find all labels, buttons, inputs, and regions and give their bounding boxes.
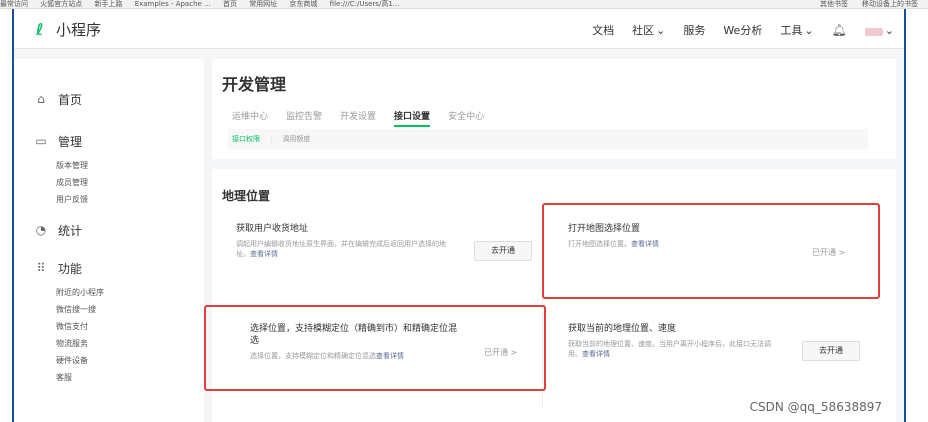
section-title: 地理位置 [222,189,271,203]
highlight-box [204,305,546,391]
nav-community[interactable]: 社区 ⌄ [632,22,665,38]
bookmarks-bar: 最常访问 火狐官方站点 新手上路 Examples - Apache ... 首… [0,0,928,9]
account-menu[interactable]: ⌄ [864,22,894,38]
enable-button[interactable]: 去开通 [802,341,860,361]
home-icon: ⌂ [37,92,45,106]
chevron-down-icon: ⌄ [884,23,894,37]
app-frame: ℓ 小程序 文档 社区 ⌄ 服务 We分析 工具 ⌄ 🔔︎ ⌄ ⌂ 首页 ▭ 管理 … [12,9,906,422]
sidebar-subitem-cs[interactable]: 客服 [14,369,204,386]
enable-button[interactable]: 去开通 [474,241,532,261]
avatar [864,27,883,36]
nav-tools[interactable]: 工具 ⌄ [780,22,813,38]
subtab-bar: 接口权限 | 调用额度 [228,129,868,149]
bookmark-item[interactable]: 京东商城 [289,0,317,8]
details-link[interactable]: 查看详情 [582,350,610,358]
bookmark-item[interactable]: 首页 [223,0,237,8]
tab-monitor[interactable]: 监控告警 [286,109,322,127]
sidebar-subitem-pay[interactable]: 微信支付 [14,318,204,335]
sidebar-item-features[interactable]: ⠿ 功能 [14,256,204,280]
subtab-divider: | [270,135,273,143]
sidebar-subitem-members[interactable]: 成员管理 [14,174,204,191]
logo[interactable]: ℓ 小程序 [36,19,101,40]
bookmark-item[interactable]: 常用网址 [249,0,277,8]
subtab-permissions[interactable]: 接口权限 [232,134,260,144]
bookmark-item[interactable]: 新手上路 [94,0,122,8]
bookmark-item[interactable]: file:///C:/Users/高1... [330,0,400,8]
bookmark-item[interactable]: 其他书签 [820,0,848,8]
feature-title: 获取用户收货地址 [236,224,309,234]
nav-links: 文档 社区 ⌄ 服务 We分析 工具 ⌄ 🔔︎ ⌄ [592,22,894,38]
subtab-quota[interactable]: 调用额度 [282,134,310,144]
details-link[interactable]: 查看详情 [250,250,278,258]
chevron-down-icon: ⌄ [656,23,666,37]
nav-service[interactable]: 服务 [683,22,705,38]
sidebar-item-home[interactable]: ⌂ 首页 [14,87,204,111]
feature-desc: 调起用户编辑收货地址原生界面，并在编辑完成后返回用户选择的地址。查看详情 [236,240,446,258]
tab-dev-settings[interactable]: 开发设置 [340,109,376,127]
sidebar-subitem-version[interactable]: 版本管理 [14,157,204,174]
nav-docs[interactable]: 文档 [592,22,614,38]
header-card: 开发管理 运维中心 监控告警 开发设置 接口设置 安全中心 接口权限 | 调用额… [212,59,896,159]
bell-icon[interactable]: 🔔︎ [832,22,847,38]
chevron-down-icon: ⌄ [804,23,814,37]
sidebar-subitem-nearby[interactable]: 附近的小程序 [14,284,204,301]
bookmark-item[interactable]: 火狐官方站点 [40,0,82,8]
watermark: CSDN @qq_58638897 [749,400,882,414]
nav-we-analytics[interactable]: We分析 [723,22,762,38]
tab-bar: 运维中心 监控告警 开发设置 接口设置 安全中心 [232,109,484,127]
page-title: 开发管理 [222,75,287,94]
sidebar-subitem-hardware[interactable]: 硬件设备 [14,352,204,369]
feature-get-location: 获取当前的地理位置、速度 获取当前的地理位置、速度。当用户离开小程序后，此接口无… [568,323,778,359]
miniprogram-logo-icon: ℓ [36,19,44,39]
sidebar-subitem-feedback[interactable]: 用户反馈 [14,191,204,208]
bookmark-item[interactable]: Examples - Apache ... [135,0,211,8]
chart-icon: ◔ [35,223,47,237]
sidebar-item-manage[interactable]: ▭ 管理 [14,129,204,153]
sidebar: ⌂ 首页 ▭ 管理 版本管理 成员管理 用户反馈 ◔ 统计 ⠿ 功能 附近的小程… [14,59,204,422]
feature-title: 获取当前的地理位置、速度 [568,324,677,334]
tab-security[interactable]: 安全中心 [448,109,484,127]
highlight-box [542,203,880,299]
tab-ops[interactable]: 运维中心 [232,109,268,127]
monitor-icon: ▭ [35,134,47,148]
sidebar-item-stats[interactable]: ◔ 统计 [14,218,204,242]
bookmark-item[interactable]: 最常访问 [0,0,28,8]
brand-name: 小程序 [56,21,102,39]
sidebar-subitem-search[interactable]: 微信搜一搜 [14,301,204,318]
tab-api-settings[interactable]: 接口设置 [394,109,431,127]
bookmark-item[interactable]: 移动设备上的书签 [862,0,918,8]
grid-icon: ⠿ [36,261,46,275]
top-nav: ℓ 小程序 文档 社区 ⌄ 服务 We分析 工具 ⌄ 🔔︎ ⌄ [14,9,904,49]
feature-desc: 获取当前的地理位置、速度。当用户离开小程序后，此接口无法调用。查看详情 [568,340,771,358]
sidebar-subitem-logistics[interactable]: 物流服务 [14,335,204,352]
